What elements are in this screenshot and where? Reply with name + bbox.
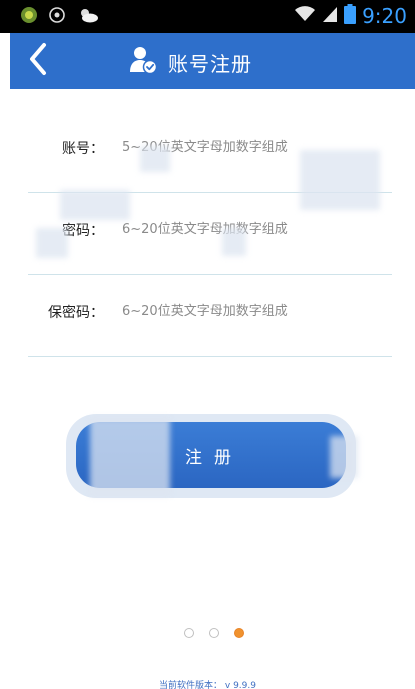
battery-icon	[344, 4, 357, 28]
wifi-icon	[294, 5, 316, 27]
chevron-left-icon	[27, 42, 49, 80]
security-code-input[interactable]	[120, 296, 384, 326]
signal-icon	[322, 5, 338, 27]
app-version: 当前软件版本： v 9.9.9	[159, 681, 256, 689]
security-code-row: 保密码：	[28, 274, 392, 357]
page-dot-3[interactable]	[234, 628, 244, 638]
camera-icon	[48, 6, 66, 28]
page-dot-1[interactable]	[184, 628, 194, 638]
status-time: 9:20	[362, 4, 407, 28]
weather-icon	[76, 6, 100, 28]
page-title: 账号注册	[168, 51, 252, 76]
register-screen: 9:20 账号注册 账号： 5~20位英文字母加数字组成 密码： 保密码： 注册…	[0, 0, 415, 689]
account-row: 账号：	[28, 110, 392, 193]
back-button[interactable]	[18, 41, 58, 81]
account-input[interactable]	[120, 132, 384, 162]
account-label: 账号：	[62, 141, 104, 157]
app-icon	[20, 6, 38, 28]
password-label: 密码：	[62, 223, 104, 239]
register-button[interactable]: 注册	[76, 422, 346, 488]
app-bar: 账号注册	[10, 33, 415, 89]
page-indicator	[184, 628, 244, 638]
password-input[interactable]	[120, 214, 384, 244]
status-bar: 9:20	[0, 0, 415, 33]
page-dot-2[interactable]	[209, 628, 219, 638]
password-row: 密码：	[28, 192, 392, 275]
title-group: 账号注册	[128, 45, 252, 79]
security-code-label: 保密码：	[48, 305, 104, 321]
user-verified-icon	[128, 45, 158, 79]
